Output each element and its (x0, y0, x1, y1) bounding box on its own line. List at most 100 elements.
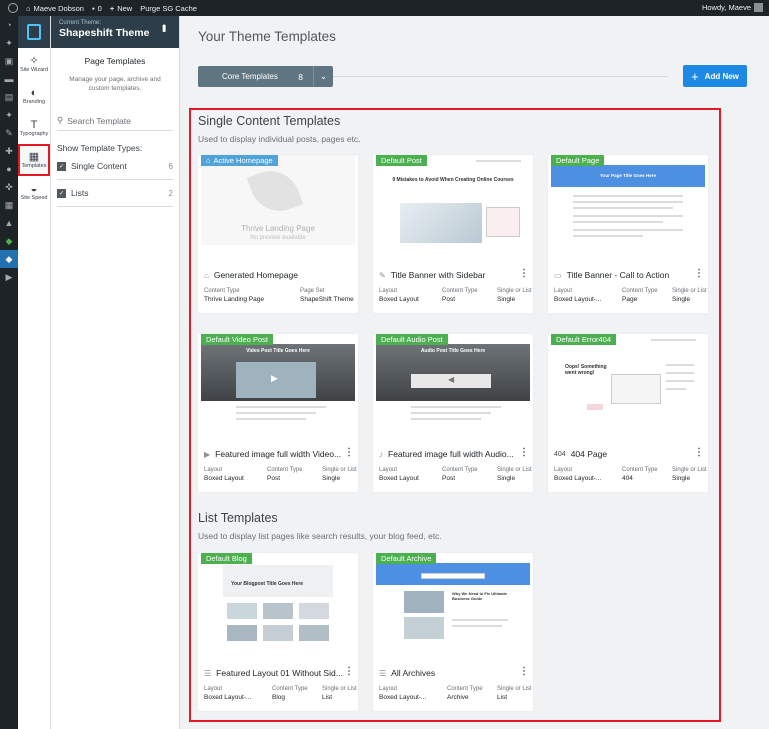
list-icon: ☰ (204, 668, 212, 678)
template-card-featured-audio[interactable]: Audio Post Title Goes Here ◀ Default Aud… (373, 334, 533, 492)
template-title: ⌂ Generated Homepage (204, 270, 298, 280)
templates-panel: Current Theme: Shapeshift Theme ••• Page… (51, 16, 180, 729)
theme-name: Shapeshift Theme (59, 27, 150, 39)
chevron-down-icon[interactable]: ⌄ (313, 66, 333, 87)
template-thumbnail[interactable]: Oops! Something went wrong! Default Erro… (551, 334, 705, 424)
more-options-icon[interactable]: ⋮ (344, 447, 354, 458)
template-title: ☰ Featured Layout 01 Without Sid... (204, 668, 343, 678)
page-title: Your Theme Templates (198, 29, 336, 44)
template-card-title-banner-call-to-action[interactable]: Your Page Title Goes Here Default Page ▭… (548, 155, 708, 313)
settings-icon[interactable]: ▦ (0, 196, 18, 214)
template-title: ✎ Title Banner with Sidebar (379, 270, 486, 280)
divider (57, 206, 173, 207)
speedometer-icon: ◒ (30, 183, 38, 195)
template-thumbnail[interactable]: Your Page Title Goes Here Default Page (551, 155, 705, 245)
audio-icon: ♪ (379, 449, 383, 459)
more-options-icon[interactable]: ⋮ (694, 447, 704, 458)
more-options-icon[interactable]: ⋮ (519, 447, 529, 458)
comments-link[interactable]: ▪ 0 (92, 4, 102, 13)
template-badge: ⌂ Active Homepage (201, 155, 278, 166)
rail-item-branding[interactable]: ◐ Branding (18, 80, 50, 112)
template-thumbnail[interactable]: Thrive Landing Page No preview available… (201, 155, 355, 245)
show-types-label: Show Template Types: (57, 143, 143, 153)
video-icon: ▶ (204, 449, 211, 459)
templates-icon: ▦ (28, 151, 40, 163)
plus-icon: + (691, 68, 699, 84)
template-badge: Default Post (376, 155, 427, 166)
thrive-theme-icon[interactable]: ◆ (0, 250, 18, 268)
divider (57, 179, 173, 180)
list-templates-heading: List Templates (198, 511, 278, 525)
template-thumbnail[interactable]: Why We Need to Fix Ultimate Business Gui… (376, 553, 530, 643)
purge-cache-link[interactable]: Purge SG Cache (140, 4, 197, 13)
wp-admin-menu: ◔ ✦ ▣ ▬ ▤ ✦ ✎ ✚ ● ✜ ▦ ▲ ◆ ◆ ▶ (0, 16, 18, 729)
template-thumbnail[interactable]: Audio Post Title Goes Here ◀ Default Aud… (376, 334, 530, 424)
leaf-icon[interactable]: ◆ (0, 232, 18, 250)
rail-item-site-wizard[interactable]: ✧ Site Wizard (18, 48, 50, 80)
current-theme-header: Current Theme: Shapeshift Theme ••• (51, 16, 179, 48)
leaf-logo-icon (246, 162, 304, 220)
template-title: ☰ All Archives (379, 668, 436, 678)
pin-icon[interactable]: ✦ (0, 106, 18, 124)
more-options-icon[interactable]: ⋮ (344, 666, 354, 677)
play-icon: ▶ (271, 373, 278, 383)
template-thumbnail[interactable]: Video Post Title Goes Here ▶ Default Vid… (201, 334, 355, 424)
add-new-button[interactable]: + Add New (683, 65, 747, 87)
template-card-featured-video[interactable]: Video Post Title Goes Here ▶ Default Vid… (198, 334, 358, 492)
home-icon: ⌂ (26, 3, 31, 13)
new-content-link[interactable]: + New (110, 4, 132, 13)
more-options-icon[interactable]: ⋮ (519, 268, 529, 279)
more-options-icon[interactable]: ⋮ (519, 666, 529, 677)
checkbox-checked-icon[interactable]: ✓ (57, 161, 66, 171)
main-content: Your Theme Templates Core Templates 8 ⌄ … (180, 16, 769, 729)
template-thumbnail[interactable]: Your Blogpost Title Goes Here Default Bl… (201, 553, 355, 643)
search-template-input[interactable]: ⚲ Search Template (57, 111, 173, 131)
search-icon: ⚲ (57, 115, 64, 125)
appearance-icon[interactable]: ✎ (0, 124, 18, 142)
chart-icon[interactable]: ▲ (0, 214, 18, 232)
pin-icon[interactable]: ✦ (0, 34, 18, 52)
comment-icon: ▪ (91, 3, 95, 13)
play-icon[interactable]: ▶ (0, 268, 18, 286)
pages-icon[interactable]: ▤ (0, 88, 18, 106)
type-filter-single-content[interactable]: ✓ Single Content 6 (57, 161, 173, 171)
core-templates-tab[interactable]: Core Templates 8 ⌄ (198, 66, 333, 87)
core-templates-count: 8 (298, 71, 303, 82)
template-badge: Default Archive (376, 553, 437, 564)
account-menu[interactable]: Howdy, Maeve (702, 3, 763, 12)
home-icon: ⌂ (206, 156, 211, 165)
template-title: ▭ Title Banner - Call to Action (554, 270, 670, 280)
list-icon: ☰ (379, 668, 387, 678)
template-card-title-banner-with-sidebar[interactable]: 9 Mistakes to Avoid When Creating Online… (373, 155, 533, 313)
tools-icon[interactable]: ✜ (0, 178, 18, 196)
template-title: ▶ Featured image full width Video... (204, 449, 342, 459)
template-thumbnail[interactable]: 9 Mistakes to Avoid When Creating Online… (376, 155, 530, 245)
comments-icon[interactable]: ▬ (0, 70, 18, 88)
panel-title: Page Templates (84, 56, 146, 66)
more-options-icon[interactable]: ••• (157, 24, 171, 31)
dashboard-icon[interactable]: ◔ (0, 16, 18, 34)
template-card-404-page[interactable]: Oops! Something went wrong! Default Erro… (548, 334, 708, 492)
template-badge: Default Error404 (551, 334, 617, 345)
plus-icon: + (109, 3, 115, 13)
template-card-all-archives[interactable]: Why We Need to Fix Ultimate Business Gui… (373, 553, 533, 711)
site-name-link[interactable]: ⌂ Maeve Dobson (26, 4, 84, 13)
template-badge: Default Page (551, 155, 605, 166)
plugins-icon[interactable]: ✚ (0, 142, 18, 160)
media-icon[interactable]: ▣ (0, 52, 18, 70)
more-options-icon[interactable]: ⋮ (694, 268, 704, 279)
users-icon[interactable]: ● (0, 160, 18, 178)
rail-item-templates[interactable]: ▦ Templates (18, 144, 50, 176)
page-icon: ▭ (554, 270, 562, 280)
typography-icon: T (30, 119, 38, 131)
rail-item-site-speed[interactable]: ◒ Site Speed (18, 176, 50, 208)
checkbox-checked-icon[interactable]: ✓ (57, 188, 66, 198)
speaker-icon: ◀ (448, 375, 455, 384)
wordpress-logo-icon[interactable] (8, 3, 18, 13)
rail-item-typography[interactable]: T Typography (18, 112, 50, 144)
template-card-generated-homepage[interactable]: Thrive Landing Page No preview available… (198, 155, 358, 313)
type-filter-lists[interactable]: ✓ Lists 2 (57, 188, 173, 198)
template-card-featured-layout-01[interactable]: Your Blogpost Title Goes Here Default Bl… (198, 553, 358, 711)
list-templates-description: Used to display list pages like search r… (198, 531, 442, 541)
theme-builder-logo-icon (18, 16, 50, 48)
